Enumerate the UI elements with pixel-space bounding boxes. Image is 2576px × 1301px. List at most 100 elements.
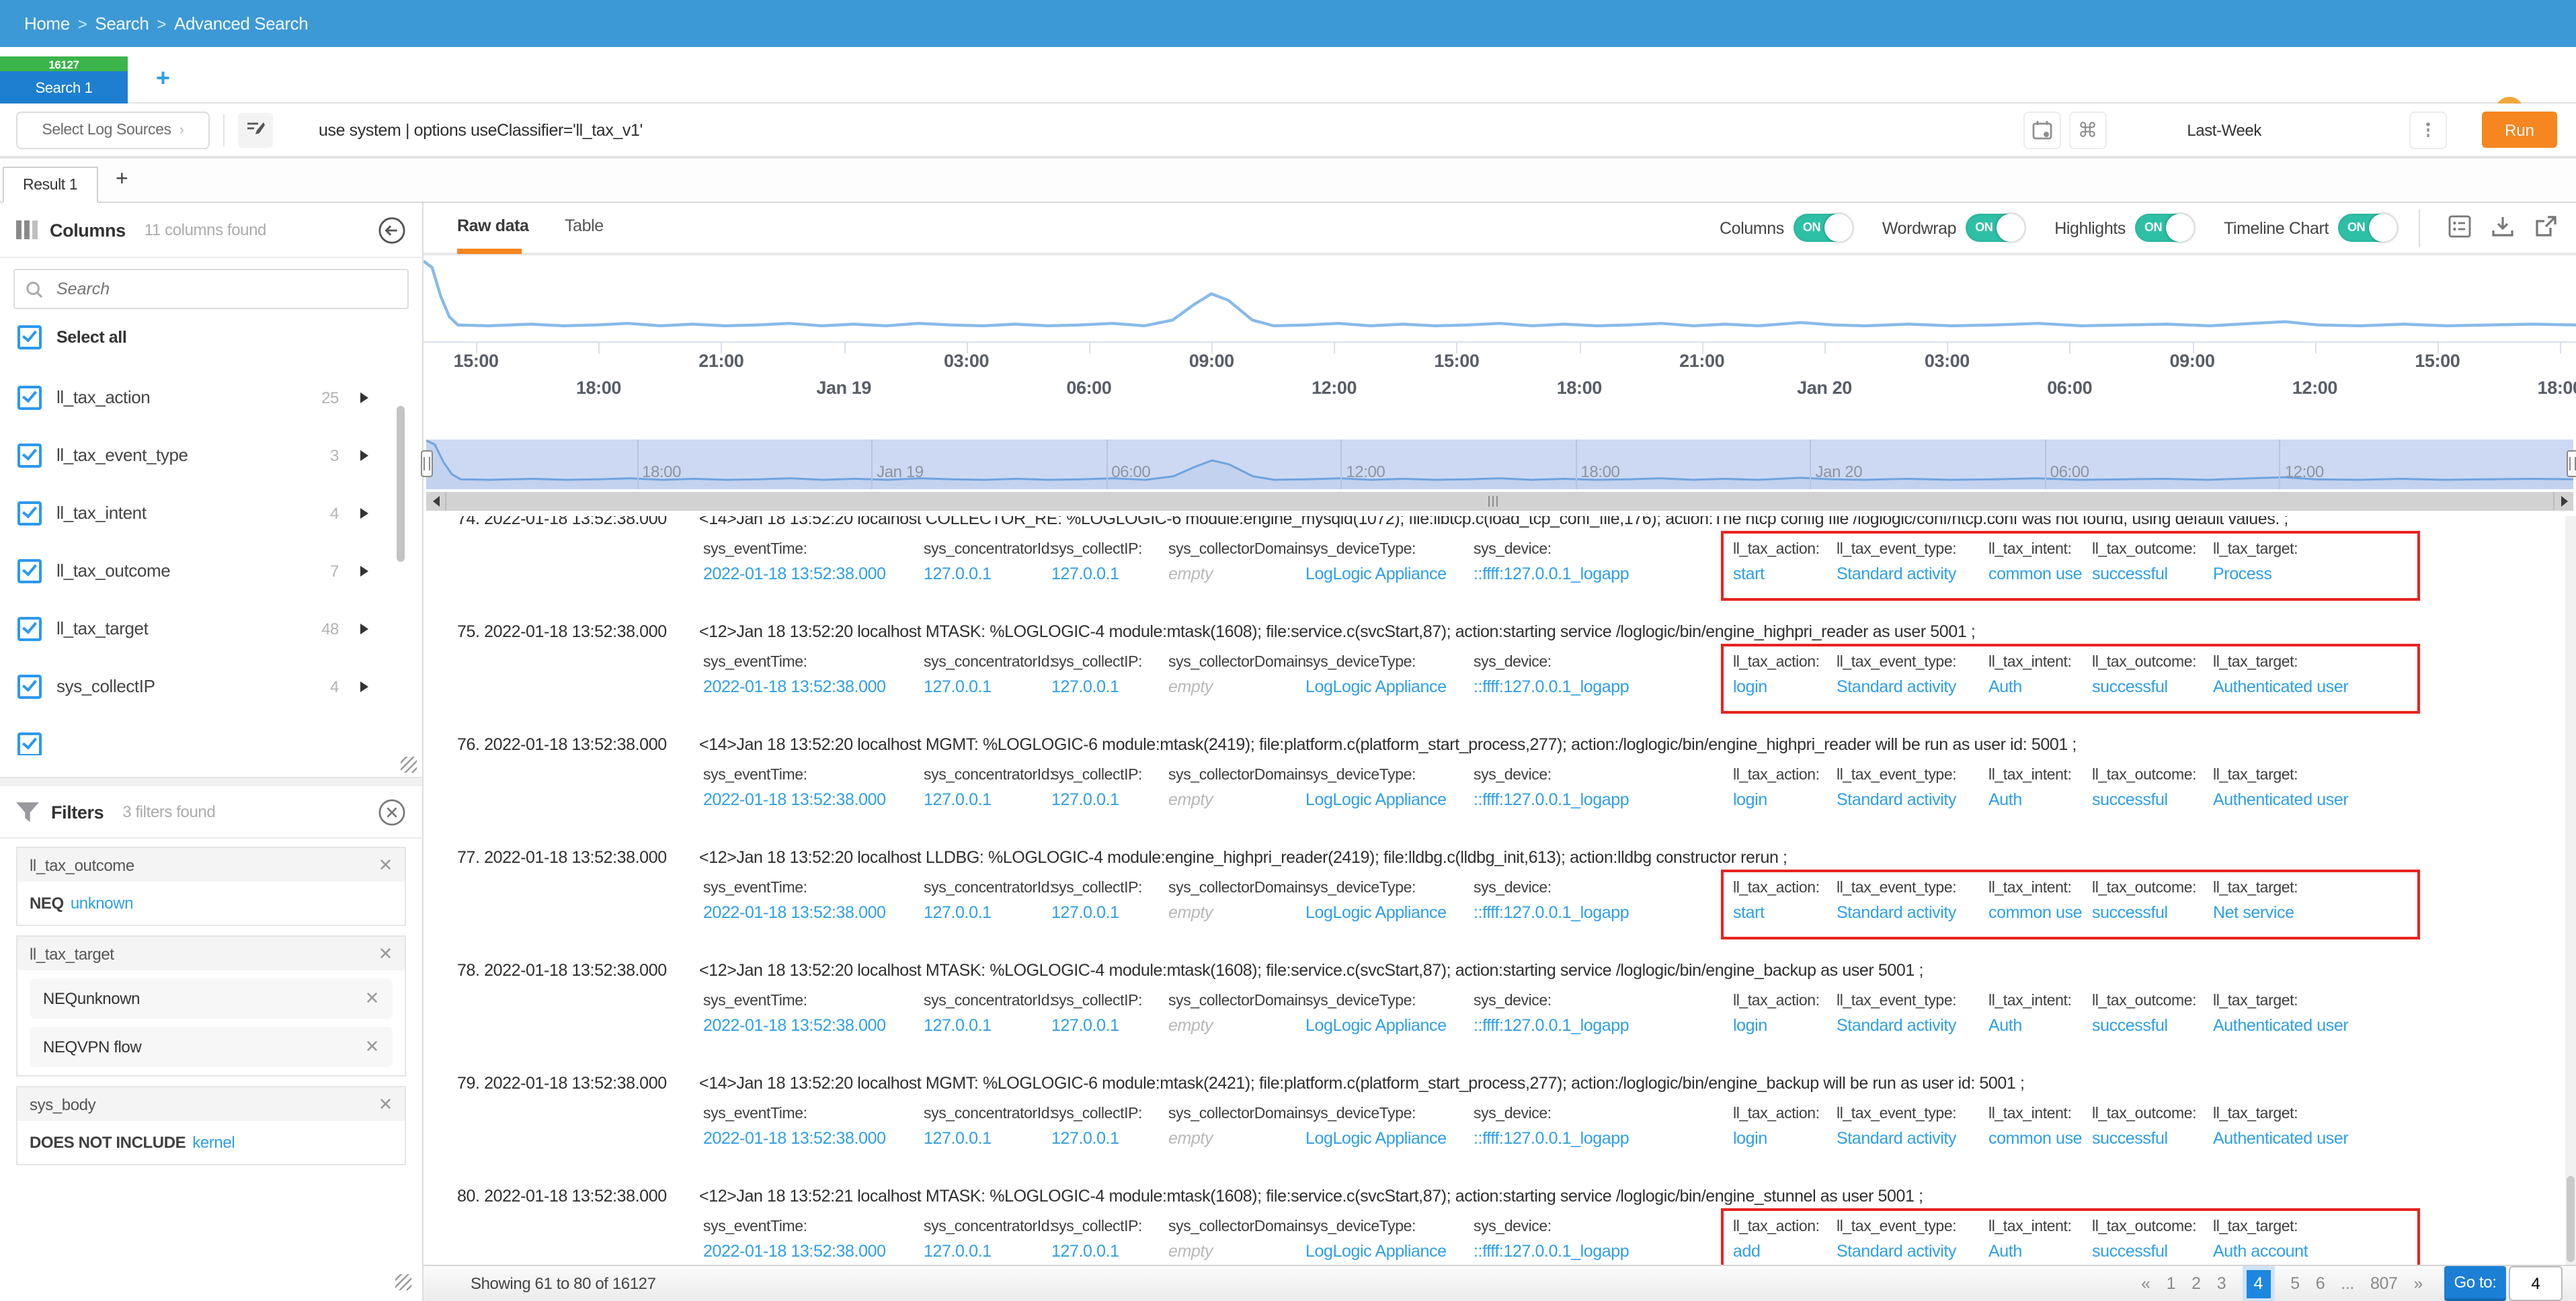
scroll-right-arrow[interactable] xyxy=(2553,492,2573,511)
page-item[interactable]: 1 xyxy=(2167,1274,2176,1293)
field-value[interactable]: 127.0.0.1 xyxy=(924,1129,1053,1148)
column-search-input[interactable] xyxy=(54,278,328,300)
column-checkbox[interactable] xyxy=(17,732,42,755)
select-log-sources-button[interactable]: Select Log Sources › xyxy=(16,111,210,149)
column-list-item[interactable]: ll_tax_outcome7 xyxy=(0,542,422,599)
log-entry[interactable]: 80. 2022-01-18 13:52:38.000<12>Jan 18 13… xyxy=(424,1187,2564,1265)
field-value[interactable]: Authenticated user xyxy=(2213,1016,2348,1035)
toggle-switch-highlights[interactable]: ON xyxy=(2135,214,2194,242)
page-item[interactable]: 3 xyxy=(2217,1274,2226,1293)
field-value[interactable]: LogLogic Appliance xyxy=(1305,1016,1447,1035)
field-value[interactable]: ::ffff:127.0.0.1_logapp xyxy=(1474,1242,1629,1261)
field-value[interactable]: ::ffff:127.0.0.1_logapp xyxy=(1474,677,1629,696)
field-value[interactable]: Standard activity xyxy=(1837,677,1956,696)
open-external-icon[interactable] xyxy=(2534,215,2557,245)
field-value[interactable]: LogLogic Appliance xyxy=(1305,903,1447,922)
remove-filter-icon[interactable]: ✕ xyxy=(378,943,393,964)
page-item[interactable]: 807 xyxy=(2370,1274,2398,1293)
field-value[interactable]: 2022-01-18 13:52:38.000 xyxy=(703,790,886,809)
field-value[interactable]: successful xyxy=(2092,903,2196,922)
field-value[interactable]: 127.0.0.1 xyxy=(924,1242,1053,1261)
log-entry[interactable]: 74. 2022-01-18 13:52:38.000<14>Jan 18 13… xyxy=(424,516,2564,622)
tab-result-1[interactable]: Result 1 xyxy=(3,167,97,203)
field-value[interactable]: start xyxy=(1733,564,1820,583)
breadcrumb-item-2[interactable]: Advanced Search xyxy=(174,13,308,34)
field-value[interactable]: Authenticated user xyxy=(2213,677,2348,696)
collapse-panel-icon[interactable] xyxy=(378,216,406,244)
filter-condition[interactable]: NEQ VPN flow✕ xyxy=(30,1027,393,1067)
field-value[interactable]: Process xyxy=(2213,564,2298,583)
field-value[interactable]: common use xyxy=(1988,564,2082,583)
timeline-chart[interactable] xyxy=(424,259,2576,341)
field-value[interactable]: Auth account xyxy=(2213,1242,2308,1261)
field-value[interactable]: start xyxy=(1733,903,1820,922)
field-value[interactable]: ::ffff:127.0.0.1_logapp xyxy=(1474,903,1629,922)
field-value[interactable]: 127.0.0.1 xyxy=(1051,903,1142,922)
field-value[interactable]: Standard activity xyxy=(1837,1129,1956,1148)
brush-handle-left[interactable] xyxy=(421,450,433,477)
column-checkbox[interactable] xyxy=(17,501,42,525)
breadcrumb-item-1[interactable]: Search xyxy=(95,13,149,34)
command-icon[interactable]: ⌘ xyxy=(2068,111,2106,149)
field-value[interactable]: common use xyxy=(1988,1129,2082,1148)
field-value[interactable]: successful xyxy=(2092,790,2196,809)
field-value[interactable]: LogLogic Appliance xyxy=(1305,1129,1447,1148)
remove-condition-icon[interactable]: ✕ xyxy=(365,988,379,1009)
details-view-icon[interactable] xyxy=(2448,215,2471,245)
filter-value[interactable]: kernel xyxy=(192,1133,235,1152)
filter-value[interactable]: unknown xyxy=(77,989,140,1008)
download-icon[interactable] xyxy=(2491,215,2514,245)
columns-resize-handle[interactable] xyxy=(401,757,417,773)
remove-condition-icon[interactable]: ✕ xyxy=(365,1036,379,1058)
page-item[interactable]: » xyxy=(2413,1274,2423,1293)
filter-condition[interactable]: DOES NOT INCLUDE kernel xyxy=(17,1121,405,1164)
field-value[interactable]: 127.0.0.1 xyxy=(924,677,1053,696)
filter-condition[interactable]: NEQ unknown xyxy=(17,882,405,925)
tab-raw-data[interactable]: Raw data xyxy=(457,216,529,235)
field-value[interactable]: LogLogic Appliance xyxy=(1305,677,1447,696)
field-value[interactable]: 2022-01-18 13:52:38.000 xyxy=(703,1129,886,1148)
field-value[interactable]: 127.0.0.1 xyxy=(924,790,1053,809)
toggle-switch-wordwrap[interactable]: ON xyxy=(1966,214,2025,242)
scrollbar-grip[interactable] xyxy=(1488,496,1498,507)
page-item[interactable]: 6 xyxy=(2316,1274,2325,1293)
expand-caret-icon[interactable] xyxy=(360,392,368,403)
toggle-switch-timeline-chart[interactable]: ON xyxy=(2338,214,2397,242)
field-value[interactable]: add xyxy=(1733,1242,1820,1261)
field-value[interactable]: Authenticated user xyxy=(2213,1129,2348,1148)
field-value[interactable]: ::ffff:127.0.0.1_logapp xyxy=(1474,790,1629,809)
log-entry[interactable]: 78. 2022-01-18 13:52:38.000<12>Jan 18 13… xyxy=(424,961,2564,1074)
field-value[interactable]: 2022-01-18 13:52:38.000 xyxy=(703,677,886,696)
filter-condition[interactable]: NEQ unknown✕ xyxy=(30,978,393,1019)
goto-page-input[interactable] xyxy=(2509,1266,2563,1301)
log-vertical-scrollbar[interactable] xyxy=(2565,516,2576,1265)
column-list-item[interactable]: ll_tax_intent4 xyxy=(0,484,422,542)
toggle-switch-columns[interactable]: ON xyxy=(1794,214,1853,242)
expand-caret-icon[interactable] xyxy=(360,450,368,460)
field-value[interactable]: 2022-01-18 13:52:38.000 xyxy=(703,564,886,583)
field-value[interactable]: Authenticated user xyxy=(2213,790,2348,809)
field-value[interactable]: ::ffff:127.0.0.1_logapp xyxy=(1474,1129,1629,1148)
field-value[interactable]: login xyxy=(1733,1129,1820,1148)
column-checkbox[interactable] xyxy=(17,558,42,583)
add-result-tab-button[interactable]: + xyxy=(116,168,128,192)
log-entry[interactable]: 79. 2022-01-18 13:52:38.000<14>Jan 18 13… xyxy=(424,1074,2564,1187)
time-range-value[interactable]: Last-Week xyxy=(2187,120,2261,139)
query-info-icon[interactable] xyxy=(2409,111,2447,149)
expand-caret-icon[interactable] xyxy=(360,507,368,518)
edit-query-icon[interactable] xyxy=(238,112,273,147)
log-entry[interactable]: 77. 2022-01-18 13:52:38.000<12>Jan 18 13… xyxy=(424,848,2564,961)
brush-handle-right[interactable] xyxy=(2567,450,2576,477)
field-value[interactable]: successful xyxy=(2092,677,2196,696)
column-list-scrollbar[interactable] xyxy=(397,406,405,562)
field-value[interactable]: successful xyxy=(2092,564,2196,583)
page-item[interactable]: 2 xyxy=(2191,1274,2201,1293)
expand-caret-icon[interactable] xyxy=(360,623,368,634)
sidebar-resize-handle[interactable] xyxy=(395,1274,411,1290)
field-value[interactable]: Standard activity xyxy=(1837,790,1956,809)
field-value[interactable]: 127.0.0.1 xyxy=(924,564,1053,583)
expand-caret-icon[interactable] xyxy=(360,565,368,576)
query-input[interactable]: use system | options useClassifier='ll_t… xyxy=(319,120,643,139)
tab-table[interactable]: Table xyxy=(565,216,604,235)
breadcrumb-item-0[interactable]: Home xyxy=(24,13,70,34)
